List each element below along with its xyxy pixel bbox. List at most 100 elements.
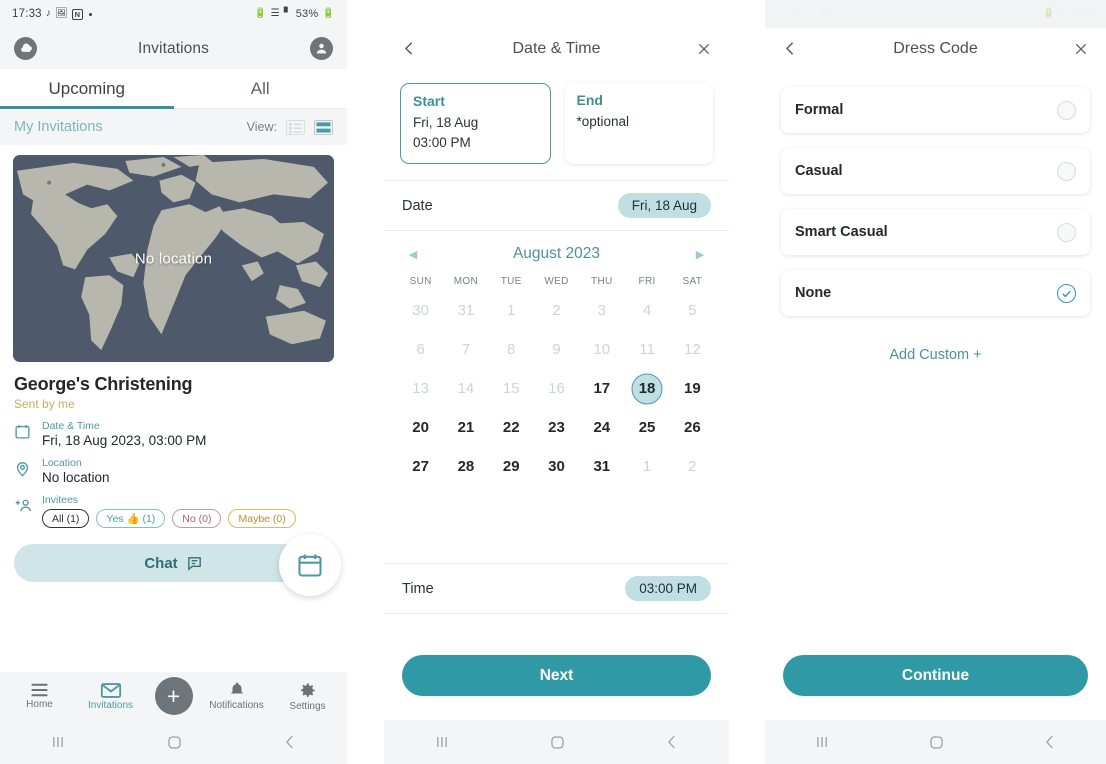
recents-icon[interactable] (48, 733, 68, 751)
event-invitees-row: Invitees All (1) Yes 👍 (1) No (0) Maybe … (14, 494, 333, 529)
calendar-day[interactable]: 29 (489, 447, 534, 486)
radio-casual[interactable] (1057, 161, 1076, 181)
calendar-day[interactable]: 3 (579, 291, 624, 330)
menu-icon (31, 683, 48, 697)
calendar-day[interactable]: 31 (579, 447, 624, 486)
nav-notifications[interactable]: Notifications (207, 681, 267, 711)
calendar-day-number: 31 (457, 302, 475, 320)
option-smart-casual-label: Smart Casual (795, 224, 888, 240)
calendar-day[interactable]: 30 (534, 447, 579, 486)
back-button-dress[interactable] (779, 38, 801, 60)
next-month-button[interactable]: ▶ (691, 248, 709, 261)
dow-fri: FRI (638, 276, 656, 288)
tab-all[interactable]: All (174, 69, 348, 108)
check-icon (1062, 290, 1071, 298)
option-smart-casual[interactable]: Smart Casual (781, 209, 1090, 255)
time-row-value[interactable]: 03:00 PM (625, 576, 711, 601)
calendar-day[interactable]: 10 (579, 330, 624, 369)
prev-month-button[interactable]: ◀ (404, 248, 422, 261)
nav-add[interactable]: + (152, 677, 196, 715)
calendar-day[interactable]: 23 (534, 408, 579, 447)
chip-all[interactable]: All (1) (42, 509, 90, 529)
close-button-dress[interactable] (1070, 38, 1092, 60)
panel-gap-1 (347, 0, 384, 764)
end-label: End (576, 92, 603, 108)
start-card[interactable]: Start Fri, 18 Aug 03:00 PM (400, 83, 551, 165)
option-casual[interactable]: Casual (781, 148, 1090, 194)
calendar-day-number: 22 (502, 419, 520, 437)
status-bar-3-right: 🔋 ▘ 53% (1043, 8, 1094, 20)
add-custom-button[interactable]: Add Custom + (781, 331, 1090, 363)
continue-button[interactable]: Continue (783, 655, 1088, 696)
calendar-day[interactable]: 30 (398, 291, 443, 330)
music-note-icon: ♪ (810, 8, 816, 19)
calendar-day[interactable]: 15 (489, 369, 534, 408)
chat-area: Chat (0, 528, 347, 597)
recents-icon[interactable] (812, 733, 832, 751)
close-button-date[interactable] (693, 38, 715, 60)
bluetooth-icon: ☰ (270, 8, 280, 19)
calendar-day[interactable]: 2 (670, 447, 715, 486)
nav-notifications-label: Notifications (209, 700, 264, 711)
option-none[interactable]: None (781, 270, 1090, 316)
back-button-date[interactable] (398, 38, 420, 60)
recents-icon[interactable] (432, 733, 452, 751)
home-icon[interactable] (548, 733, 567, 752)
calendar-day[interactable]: 6 (398, 330, 443, 369)
calendar-day[interactable]: 19 (670, 369, 715, 408)
nav-home[interactable]: Home (10, 682, 70, 710)
calendar-day[interactable]: 16 (534, 369, 579, 408)
calendar-day[interactable]: 1 (489, 291, 534, 330)
radio-smart-casual[interactable] (1057, 222, 1076, 242)
calendar-day[interactable]: 21 (443, 408, 488, 447)
calendar-day[interactable]: 8 (489, 330, 534, 369)
calendar-day[interactable]: 5 (670, 291, 715, 330)
calendar-day[interactable]: 26 (670, 408, 715, 447)
chip-yes[interactable]: Yes 👍 (1) (96, 509, 166, 529)
date-row-value[interactable]: Fri, 18 Aug (617, 193, 711, 219)
radio-none-checked[interactable] (1057, 283, 1076, 303)
card-view-icon[interactable] (314, 119, 333, 135)
calendar-day[interactable]: 17 (579, 369, 624, 408)
back-icon[interactable] (281, 733, 299, 751)
calendar-day[interactable]: 24 (579, 408, 624, 447)
calendar-day[interactable]: 11 (624, 330, 669, 369)
nav-invitations[interactable]: Invitations (81, 682, 141, 711)
calendar-day[interactable]: 28 (443, 447, 488, 486)
cloud-icon[interactable] (14, 37, 37, 60)
calendar-day[interactable]: 20 (398, 408, 443, 447)
home-icon[interactable] (165, 733, 184, 752)
list-view-icon[interactable] (286, 119, 305, 135)
calendar-day[interactable]: 14 (443, 369, 488, 408)
calendar-day[interactable]: 4 (624, 291, 669, 330)
calendar-day[interactable]: 22 (489, 408, 534, 447)
calendar-day[interactable]: 27 (398, 447, 443, 486)
nav-settings[interactable]: Settings (278, 681, 338, 712)
calendar-day-number: 11 (639, 341, 655, 359)
map-card[interactable]: No location (13, 155, 334, 362)
option-formal[interactable]: Formal (781, 87, 1090, 133)
calendar-day[interactable]: 31 (443, 291, 488, 330)
calendar-fab-button[interactable] (279, 534, 341, 597)
my-invitations-label: My Invitations (14, 119, 103, 135)
back-icon[interactable] (1041, 733, 1059, 751)
calendar-day[interactable]: 25 (624, 408, 669, 447)
chip-no[interactable]: No (0) (172, 509, 222, 529)
calendar-day[interactable]: 1 (624, 447, 669, 486)
home-icon[interactable] (927, 733, 946, 752)
end-card[interactable]: End *optional (564, 83, 713, 165)
next-button[interactable]: Next (402, 655, 711, 696)
back-icon[interactable] (663, 733, 681, 751)
calendar-day[interactable]: 13 (398, 369, 443, 408)
radio-formal[interactable] (1057, 100, 1076, 120)
account-icon[interactable] (310, 37, 333, 60)
calendar-day[interactable]: 18 (624, 369, 669, 408)
calendar-day[interactable]: 12 (670, 330, 715, 369)
tab-upcoming[interactable]: Upcoming (0, 69, 174, 109)
chip-maybe[interactable]: Maybe (0) (228, 509, 296, 529)
panel-date-time: Date & Time Start Fri, 18 Aug 03:00 PM E… (384, 0, 729, 764)
calendar-day[interactable]: 9 (534, 330, 579, 369)
calendar-day[interactable]: 7 (443, 330, 488, 369)
calendar-day-number: 24 (593, 419, 611, 437)
calendar-day[interactable]: 2 (534, 291, 579, 330)
